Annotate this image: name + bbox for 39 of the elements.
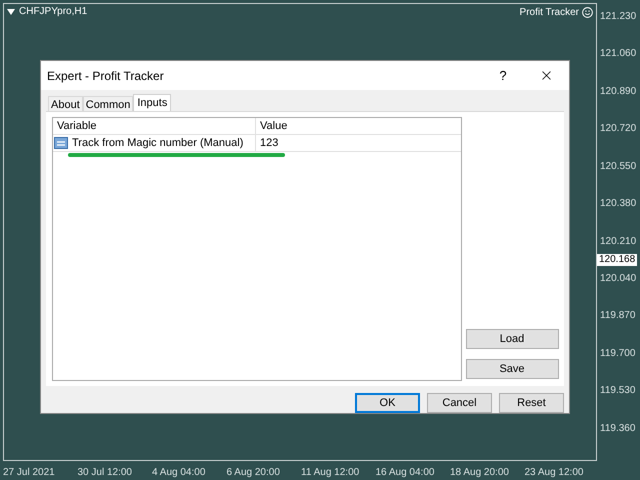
dialog-button[interactable]: Cancel bbox=[427, 393, 492, 413]
price-label: 120.210 bbox=[599, 236, 636, 247]
price-label: 121.230 bbox=[599, 12, 636, 22]
symbol-label: CHFJPYpro,H1 bbox=[19, 7, 88, 17]
tab[interactable]: Inputs bbox=[133, 94, 172, 111]
time-label: 30 Jul 12:00 bbox=[78, 466, 132, 478]
time-label: 4 Aug 04:00 bbox=[152, 466, 206, 478]
price-label: 119.360 bbox=[599, 424, 636, 434]
smiley-icon bbox=[582, 7, 593, 18]
dialog-button[interactable]: OK bbox=[355, 393, 420, 413]
column-header[interactable]: Variable bbox=[53, 118, 256, 134]
current-price-label: 120.168 bbox=[597, 254, 638, 266]
window-title: Expert - Profit Tracker bbox=[47, 68, 165, 84]
indicator-label: Profit Tracker bbox=[520, 8, 579, 18]
price-label: 120.720 bbox=[599, 124, 636, 134]
help-button[interactable]: ? bbox=[483, 61, 523, 90]
time-label: 27 Jul 2021 bbox=[3, 466, 55, 478]
price-label: 120.380 bbox=[599, 199, 636, 210]
price-label: 120.550 bbox=[599, 162, 636, 172]
column-header[interactable]: Value bbox=[256, 118, 461, 134]
price-label: 119.700 bbox=[599, 348, 636, 359]
price-label: 121.060 bbox=[599, 49, 636, 60]
time-label: 18 Aug 20:00 bbox=[450, 466, 509, 478]
caret-icon[interactable] bbox=[7, 9, 15, 15]
variable-value[interactable]: 123 bbox=[256, 135, 461, 151]
time-label: 11 Aug 12:00 bbox=[301, 466, 360, 478]
time-label: 23 Aug 12:00 bbox=[524, 466, 584, 478]
tab[interactable]: Common bbox=[82, 96, 134, 111]
variable-name: Track from Magic number (Manual) bbox=[72, 136, 244, 151]
price-label: 119.530 bbox=[599, 386, 636, 396]
side-button[interactable]: Load bbox=[466, 329, 558, 349]
price-label: 120.040 bbox=[599, 274, 636, 284]
time-label: 6 Aug 20:00 bbox=[226, 466, 280, 478]
price-label: 120.890 bbox=[599, 86, 636, 97]
side-button[interactable]: Save bbox=[466, 359, 558, 379]
tab[interactable]: About bbox=[48, 96, 83, 111]
dialog-button[interactable]: Reset bbox=[499, 393, 564, 413]
price-label: 119.870 bbox=[599, 311, 636, 322]
time-label: 16 Aug 04:00 bbox=[376, 466, 434, 478]
